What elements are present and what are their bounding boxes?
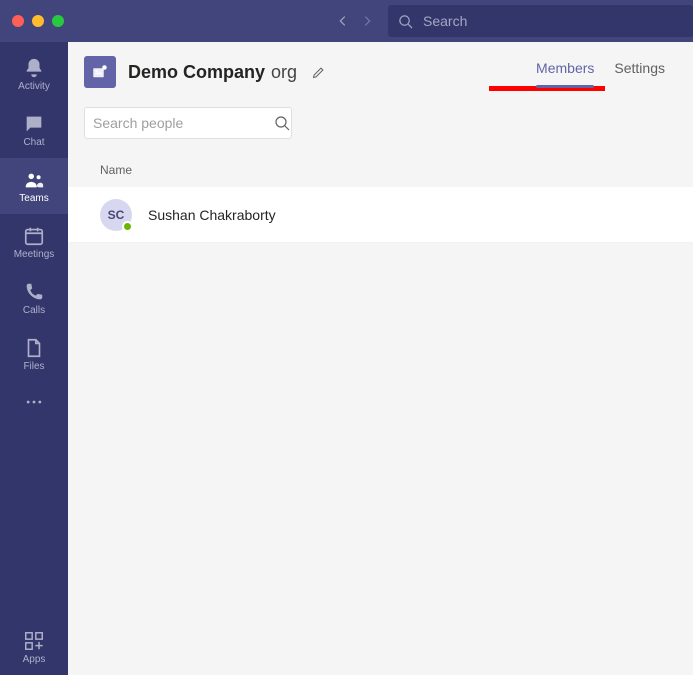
- phone-icon: [23, 281, 45, 303]
- team-suffix: org: [271, 62, 297, 83]
- tab-settings[interactable]: Settings: [614, 56, 665, 88]
- window-close-button[interactable]: [12, 15, 24, 27]
- member-row[interactable]: SC Sushan Chakraborty: [68, 187, 693, 243]
- page-header: Demo Company org Members Settings: [68, 42, 693, 91]
- global-search-input[interactable]: [423, 13, 683, 29]
- rail-calls[interactable]: Calls: [0, 270, 68, 326]
- apps-icon: [23, 630, 45, 652]
- more-icon: [24, 392, 44, 412]
- avatar: SC: [100, 199, 132, 231]
- window-minimize-button[interactable]: [32, 15, 44, 27]
- bell-icon: [23, 57, 45, 79]
- edit-team-button[interactable]: [311, 65, 326, 80]
- rail-label: Calls: [23, 305, 45, 316]
- rail-label: Chat: [23, 137, 44, 148]
- rail-label: Meetings: [14, 249, 55, 260]
- rail-more[interactable]: [0, 382, 68, 422]
- pencil-icon: [311, 65, 326, 80]
- search-icon: [274, 115, 290, 131]
- members-search-input[interactable]: [93, 115, 274, 131]
- rail-activity[interactable]: Activity: [0, 46, 68, 102]
- rail-chat[interactable]: Chat: [0, 102, 68, 158]
- chat-icon: [23, 113, 45, 135]
- app-rail: Activity Chat Teams Meetings Calls Files: [0, 42, 68, 675]
- file-icon: [23, 337, 45, 359]
- nav-back-button[interactable]: [336, 14, 350, 28]
- tab-members[interactable]: Members: [536, 56, 594, 88]
- global-search[interactable]: [388, 5, 693, 37]
- window-controls: [12, 15, 64, 27]
- rail-meetings[interactable]: Meetings: [0, 214, 68, 270]
- rail-label: Activity: [18, 81, 50, 92]
- rail-label: Teams: [19, 193, 48, 204]
- window-maximize-button[interactable]: [52, 15, 64, 27]
- team-avatar-icon: [84, 56, 116, 88]
- main-pane: Demo Company org Members Settings Name: [68, 42, 693, 675]
- rail-files[interactable]: Files: [0, 326, 68, 382]
- presence-available-icon: [122, 221, 133, 232]
- avatar-initials: SC: [108, 208, 125, 222]
- nav-forward-button[interactable]: [360, 14, 374, 28]
- titlebar: [0, 0, 693, 42]
- calendar-icon: [23, 225, 45, 247]
- search-icon: [398, 14, 413, 29]
- rail-apps[interactable]: Apps: [0, 619, 68, 675]
- page-title: Demo Company org: [128, 62, 297, 83]
- rail-teams[interactable]: Teams: [0, 158, 68, 214]
- column-header-name: Name: [68, 153, 693, 187]
- members-list: Name SC Sushan Chakraborty: [68, 153, 693, 675]
- rail-label: Files: [23, 361, 44, 372]
- teams-icon: [23, 169, 45, 191]
- history-nav: [336, 14, 374, 28]
- tabs: Members Settings: [536, 56, 665, 88]
- team-name: Demo Company: [128, 62, 265, 83]
- member-name: Sushan Chakraborty: [148, 207, 276, 223]
- members-search[interactable]: [84, 107, 292, 139]
- rail-label: Apps: [23, 654, 46, 665]
